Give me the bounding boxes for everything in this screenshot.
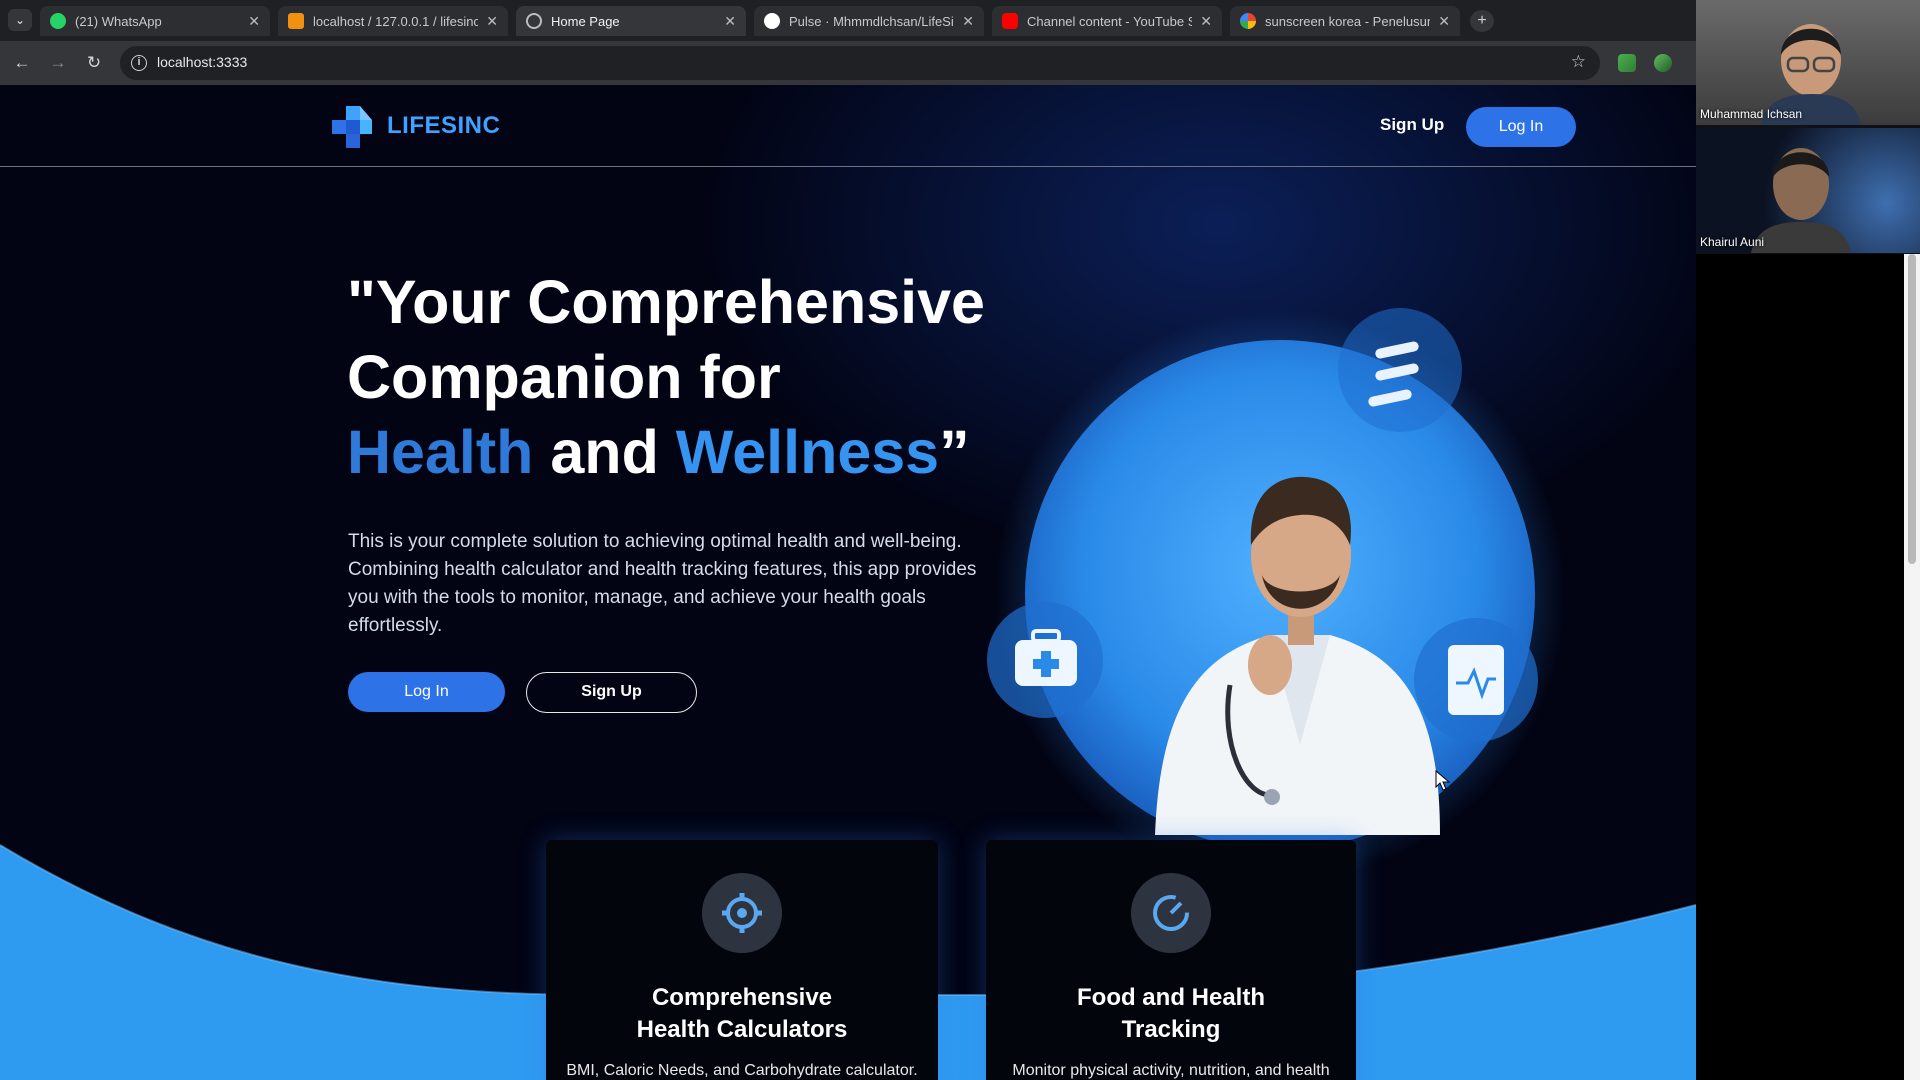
hero-title-line1: "Your Comprehensive [347, 268, 985, 336]
hero-login-button[interactable]: Log In [348, 672, 505, 712]
participant-tile[interactable]: Muhammad Ichsan [1696, 0, 1920, 125]
bookmark-star-icon[interactable]: ☆ [1571, 52, 1586, 72]
lifesinc-logo-icon [332, 106, 372, 148]
hero-signup-button[interactable]: Sign Up [526, 672, 697, 713]
url-text[interactable]: localhost:3333 [157, 54, 247, 70]
tab-search-button[interactable]: ⌄ [8, 9, 32, 31]
hero-word-and: and [533, 418, 676, 486]
tab-whatsapp[interactable]: (21) WhatsApp ✕ [40, 6, 270, 36]
close-tab-icon[interactable]: ✕ [248, 13, 260, 30]
github-icon [764, 13, 780, 29]
tab-title: (21) WhatsApp [75, 13, 162, 29]
feature-title: Food and Health Tracking [986, 982, 1356, 1046]
participant-name: Khairul Auni [1700, 235, 1765, 249]
globe-icon [526, 13, 542, 29]
page-scrollbar[interactable] [1904, 254, 1920, 1080]
tab-title: localhost / 127.0.0.1 / lifesinc / [313, 13, 479, 29]
browser-toolbar: ← → ↻ i localhost:3333 ☆ [0, 41, 1696, 85]
hero-word-wellness: Wellness [675, 418, 940, 486]
tab-github[interactable]: Pulse · Mhmmdlchsan/LifeSinc ✕ [754, 6, 984, 36]
scrollbar-thumb[interactable] [1908, 254, 1916, 564]
feature-title-line: Tracking [1121, 1016, 1221, 1043]
feature-card-tracking[interactable]: Food and Health Tracking Monitor physica… [986, 840, 1356, 1080]
address-bar[interactable]: i localhost:3333 ☆ [120, 46, 1600, 80]
hero-heading: "Your Comprehensive Companion for Health… [347, 265, 1027, 490]
hero-title-line2: Companion for [347, 343, 781, 411]
google-icon [1240, 13, 1256, 29]
feature-title-line: Health Calculators [636, 1016, 848, 1043]
mouse-cursor-icon [1435, 770, 1451, 791]
hero-title-line3: Health and Wellness” [347, 415, 1027, 490]
reload-button[interactable]: ↻ [82, 51, 106, 75]
tab-title: Home Page [551, 13, 620, 29]
clipboard-pulse-icon [1448, 645, 1504, 715]
close-tab-icon[interactable]: ✕ [1200, 13, 1212, 30]
forward-button[interactable]: → [46, 51, 70, 75]
participant-name: Muhammad Ichsan [1700, 107, 1803, 121]
gauge-icon [1131, 873, 1211, 953]
feature-description: Monitor physical activity, nutrition, an… [1012, 1062, 1330, 1079]
tab-title: sunscreen korea - Penelusuran [1265, 13, 1431, 29]
new-tab-button[interactable]: + [1470, 10, 1494, 32]
participant-tile[interactable]: Khairul Auni [1696, 128, 1920, 253]
feature-title: Comprehensive Health Calculators [546, 982, 938, 1046]
close-tab-icon[interactable]: ✕ [724, 13, 736, 30]
site-info-icon[interactable]: i [131, 55, 147, 71]
tab-title: Channel content - YouTube Stu [1027, 13, 1193, 29]
hero-title-end: ” [939, 418, 970, 486]
tab-title: Pulse · Mhmmdlchsan/LifeSinc [789, 13, 955, 29]
feature-title-line: Comprehensive [651, 984, 833, 1011]
nav-login-button[interactable]: Log In [1466, 107, 1576, 147]
close-tab-icon[interactable]: ✕ [962, 13, 974, 30]
tab-google-search[interactable]: sunscreen korea - Penelusuran ✕ [1230, 6, 1460, 36]
gear-icon [702, 873, 782, 953]
close-tab-icon[interactable]: ✕ [486, 13, 498, 30]
close-tab-icon[interactable]: ✕ [1438, 13, 1450, 30]
back-button[interactable]: ← [10, 51, 34, 75]
doctor-hero-illustration [987, 308, 1565, 875]
hero-word-health: Health [347, 418, 534, 486]
nav-signup-link[interactable]: Sign Up [1380, 115, 1444, 135]
youtube-icon [1002, 13, 1018, 29]
video-call-panel: Muhammad Ichsan Khairul Auni [1696, 0, 1920, 254]
feature-description: BMI, Caloric Needs, and Carbohydrate cal… [566, 1062, 918, 1079]
tab-home-page[interactable]: Home Page ✕ [516, 6, 746, 36]
feature-title-line: Food and Health [1077, 984, 1265, 1011]
browser-tab-bar: ⌄ (21) WhatsApp ✕ localhost / 127.0.0.1 … [0, 0, 1696, 41]
site-navbar: LIFESINC Sign Up Log In [0, 85, 1696, 167]
whatsapp-icon [50, 13, 66, 29]
extension-icon[interactable] [1618, 54, 1636, 72]
hero-description: This is your complete solution to achiev… [348, 531, 977, 636]
page-viewport: LIFESINC Sign Up Log In "Your Comprehens… [0, 85, 1696, 1080]
tab-youtube-studio[interactable]: Channel content - YouTube Stu ✕ [992, 6, 1222, 36]
tab-phpmyadmin[interactable]: localhost / 127.0.0.1 / lifesinc / ✕ [278, 6, 508, 36]
brand-name[interactable]: LIFESINC [387, 112, 500, 140]
feature-card-calculators[interactable]: Comprehensive Health Calculators BMI, Ca… [546, 840, 938, 1080]
extension-icon[interactable] [1654, 54, 1672, 72]
phpmyadmin-icon [288, 13, 304, 29]
